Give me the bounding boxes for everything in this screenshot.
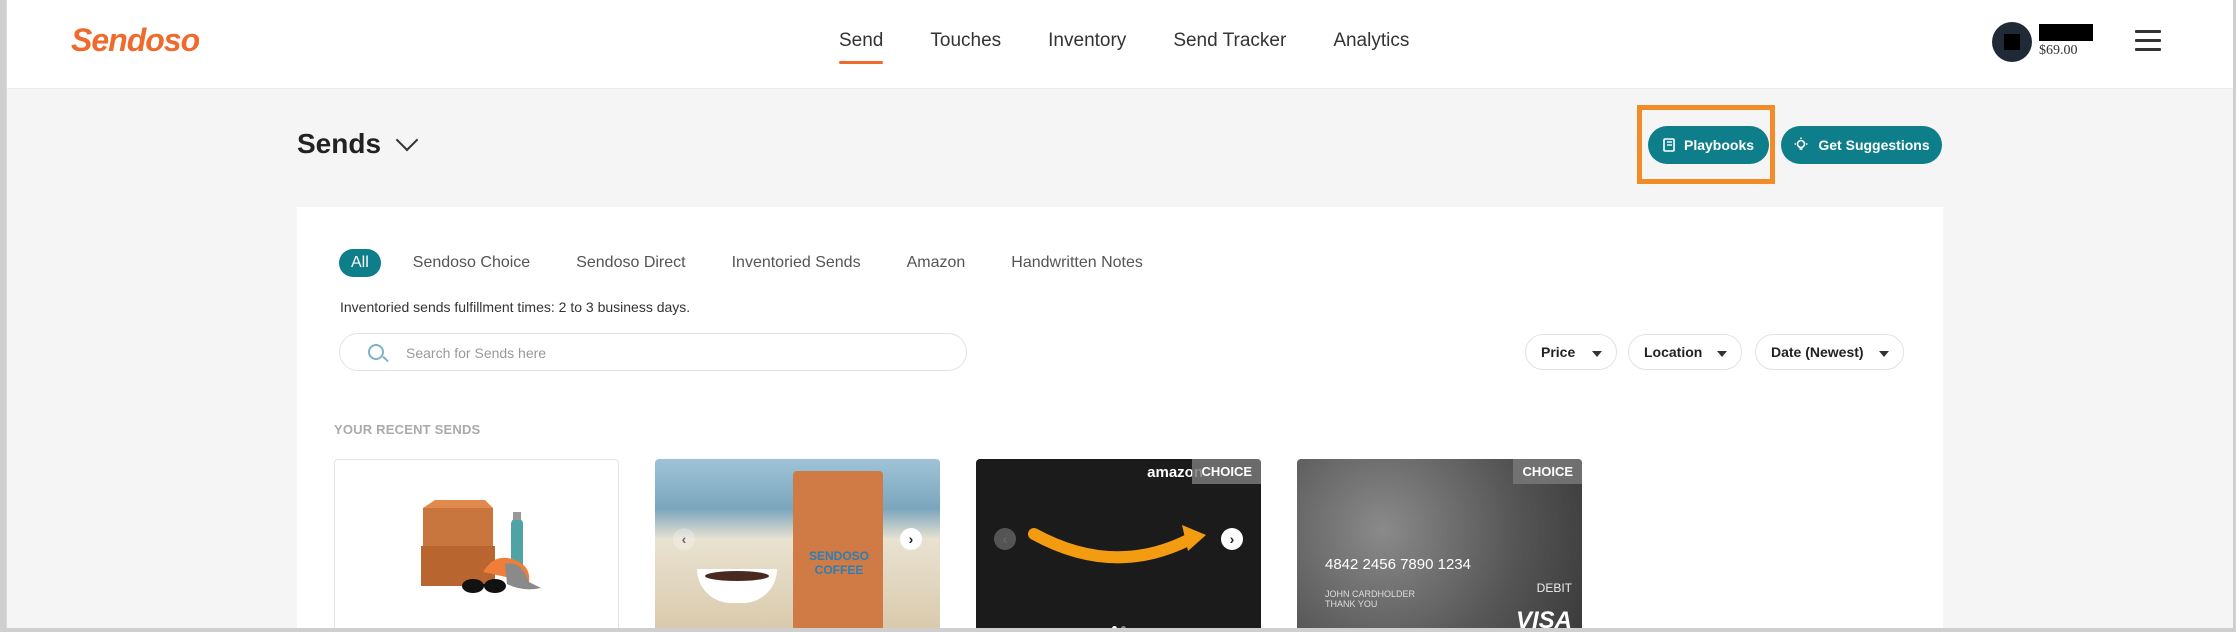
visa-logo: VISA bbox=[1515, 607, 1572, 628]
gift-card-number: 4842 2456 7890 1234 bbox=[1325, 556, 1471, 573]
choice-badge: CHOICE bbox=[1513, 459, 1582, 484]
recent-send-card[interactable]: CHOICE 4842 2456 7890 1234 JOHN CARDHOLD… bbox=[1297, 459, 1582, 628]
recent-send-card[interactable] bbox=[334, 459, 619, 628]
tab-amazon[interactable]: Amazon bbox=[907, 254, 966, 272]
gift-card-holder: JOHN CARDHOLDER THANK YOU bbox=[1325, 589, 1416, 609]
nav-send[interactable]: Send bbox=[839, 26, 884, 64]
avatar[interactable] bbox=[1992, 22, 2032, 62]
nav-analytics[interactable]: Analytics bbox=[1333, 26, 1409, 64]
coffee-bag-label: SENDOSO COFFEE bbox=[808, 549, 869, 577]
date-sort-filter[interactable]: Date (Newest) bbox=[1755, 334, 1904, 370]
tab-sendoso-choice[interactable]: Sendoso Choice bbox=[413, 254, 530, 272]
choice-badge: CHOICE bbox=[1192, 459, 1261, 484]
date-sort-label: Date (Newest) bbox=[1771, 344, 1864, 360]
lightbulb-icon bbox=[1794, 137, 1808, 150]
carousel-next-arrow[interactable]: › bbox=[1221, 528, 1243, 550]
sends-panel: All Sendoso Choice Sendoso Direct Invent… bbox=[297, 207, 1943, 628]
main-nav: Send Touches Inventory Send Tracker Anal… bbox=[839, 26, 1456, 64]
recent-send-card[interactable]: amazon CHOICE ‹ › bbox=[976, 459, 1261, 628]
search-box bbox=[339, 333, 967, 371]
account-balance: $69.00 bbox=[2039, 43, 2078, 58]
playbooks-button[interactable]: Playbooks bbox=[1648, 126, 1769, 164]
tab-inventoried-sends[interactable]: Inventoried Sends bbox=[732, 254, 861, 272]
tab-handwritten-notes[interactable]: Handwritten Notes bbox=[1011, 254, 1143, 272]
user-account[interactable]: $69.00 bbox=[2039, 24, 2093, 59]
playbooks-label: Playbooks bbox=[1683, 137, 1755, 153]
nav-send-tracker[interactable]: Send Tracker bbox=[1173, 26, 1286, 64]
sendoso-logo[interactable]: Sendoso bbox=[71, 22, 200, 59]
top-header: Sendoso Send Touches Inventory Send Trac… bbox=[7, 0, 2233, 89]
get-suggestions-button[interactable]: Get Suggestions bbox=[1781, 126, 1942, 164]
chevron-down-icon bbox=[395, 128, 419, 152]
fulfillment-info: Inventoried sends fulfillment times: 2 t… bbox=[340, 299, 691, 315]
user-name-redacted bbox=[2039, 24, 2093, 41]
gift-card-debit: DEBIT bbox=[1536, 581, 1572, 595]
caret-down-icon bbox=[1592, 351, 1602, 357]
caret-down-icon bbox=[1879, 351, 1889, 357]
carousel-prev-arrow[interactable]: ‹ bbox=[673, 528, 695, 550]
location-filter[interactable]: Location bbox=[1628, 334, 1742, 370]
hamburger-menu-icon[interactable] bbox=[2135, 30, 2161, 52]
search-input[interactable] bbox=[404, 342, 928, 364]
search-icon bbox=[368, 344, 384, 360]
page-title-dropdown[interactable]: Sends bbox=[297, 128, 419, 160]
book-icon bbox=[1663, 138, 1675, 152]
recent-sends-heading: YOUR RECENT SENDS bbox=[334, 422, 481, 437]
nav-touches[interactable]: Touches bbox=[930, 26, 1001, 64]
coffee-cup-image bbox=[697, 569, 777, 603]
location-filter-label: Location bbox=[1644, 344, 1703, 360]
page-title: Sends bbox=[297, 128, 382, 159]
tab-sendoso-direct[interactable]: Sendoso Direct bbox=[576, 254, 685, 272]
get-suggestions-label: Get Suggestions bbox=[1818, 137, 1930, 153]
carousel-prev-arrow[interactable]: ‹ bbox=[994, 528, 1016, 550]
nav-inventory[interactable]: Inventory bbox=[1048, 26, 1126, 64]
caret-down-icon bbox=[1717, 351, 1727, 357]
recent-send-card[interactable]: SENDOSO COFFEE ‹ › bbox=[655, 459, 940, 628]
tab-all[interactable]: All bbox=[339, 249, 381, 277]
carousel-next-arrow[interactable]: › bbox=[900, 528, 922, 550]
price-filter[interactable]: Price bbox=[1525, 334, 1617, 370]
carousel-dots bbox=[976, 626, 1261, 628]
amazon-smile-logo bbox=[1028, 525, 1206, 564]
swag-box-illustration bbox=[421, 500, 541, 593]
price-filter-label: Price bbox=[1541, 344, 1576, 360]
app-frame: Sendoso Send Touches Inventory Send Trac… bbox=[6, 0, 2233, 628]
send-type-tabs: All Sendoso Choice Sendoso Direct Invent… bbox=[339, 249, 1189, 277]
